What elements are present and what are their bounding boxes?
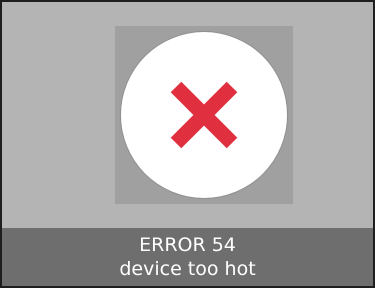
x-mark: [170, 81, 238, 149]
error-x-icon: [170, 81, 238, 149]
error-message-text: device too hot: [119, 258, 256, 280]
device-screen: ERROR 54 device too hot: [0, 0, 375, 288]
error-icon-circle: [121, 32, 287, 198]
error-icon-plate: [115, 26, 293, 204]
error-message-bar: ERROR 54 device too hot: [2, 228, 373, 286]
error-code-text: ERROR 54: [139, 234, 236, 256]
